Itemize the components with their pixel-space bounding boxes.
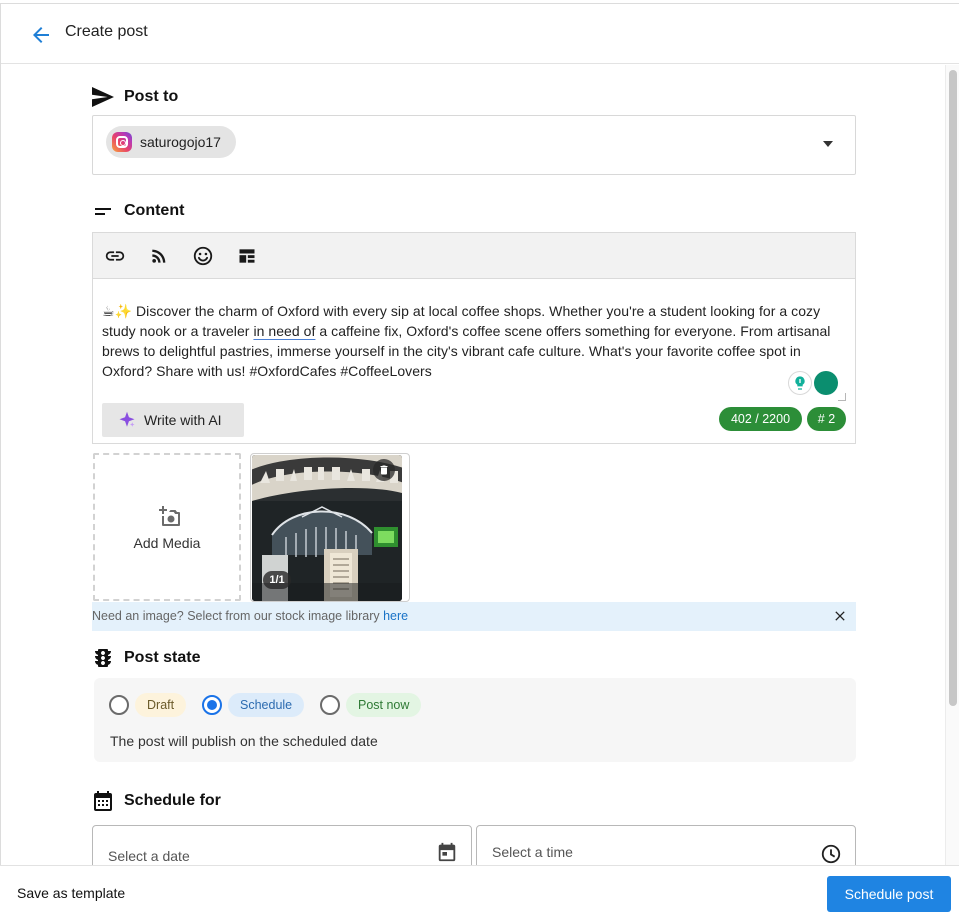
close-icon[interactable] [832, 608, 848, 624]
schedule-post-button[interactable]: Schedule post [827, 876, 951, 912]
editor-toolbar [92, 232, 856, 278]
stock-image-banner: Need an image? Select from our stock ima… [92, 602, 856, 631]
time-placeholder: Select a time [492, 844, 573, 860]
clock-icon[interactable] [820, 843, 842, 865]
header-bar: Create post [1, 4, 959, 64]
schedule-pill: Schedule [228, 693, 305, 717]
radio-option-post-now[interactable]: Post now [320, 693, 422, 717]
post-state-heading: Post state [91, 646, 200, 670]
hashtag-count-badge: # 2 [807, 407, 846, 431]
radio-schedule[interactable] [202, 695, 222, 715]
scrollbar-thumb[interactable] [949, 70, 957, 706]
grammar-suggestion[interactable]: in need of [253, 323, 315, 339]
create-post-panel: Create post Post to saturogojo17 Content [0, 3, 959, 920]
schedule-for-label: Schedule for [124, 792, 221, 809]
media-counter: 1/1 [263, 571, 291, 589]
post-state-label: Post state [124, 649, 201, 666]
post-content-editor[interactable]: ☕✨ Discover the charm of Oxford with eve… [92, 278, 856, 444]
content-heading: Content [91, 200, 184, 222]
traffic-light-icon [95, 649, 111, 667]
schedule-for-heading: Schedule for [91, 789, 221, 813]
media-thumbnail[interactable]: 1/1 [250, 453, 410, 602]
trash-icon [380, 465, 388, 475]
sparkle-icon [119, 411, 135, 427]
post-to-heading: Post to [91, 86, 178, 108]
add-media-button[interactable]: Add Media [93, 453, 241, 601]
calendar-icon[interactable] [436, 841, 458, 863]
content-label: Content [124, 202, 185, 219]
post-to-label: Post to [124, 88, 179, 105]
save-as-template-button[interactable]: Save as template [17, 885, 125, 901]
grammarly-icon[interactable] [814, 371, 838, 395]
post-text[interactable]: ☕✨ Discover the charm of Oxford with eve… [102, 301, 847, 381]
post-now-pill: Post now [346, 693, 422, 717]
date-placeholder: Select a date [108, 848, 190, 864]
dropdown-arrow-icon[interactable] [823, 141, 833, 147]
instagram-icon [112, 132, 132, 152]
write-with-ai-button[interactable]: Write with AI [102, 403, 244, 437]
post-state-options: Draft Schedule Post now The post will pu… [94, 678, 856, 762]
link-icon[interactable] [103, 244, 127, 268]
account-chip[interactable]: saturogojo17 [106, 126, 236, 158]
character-count-badge: 402 / 2200 [719, 407, 802, 431]
scrollbar[interactable] [945, 65, 959, 868]
add-photo-icon [159, 506, 180, 526]
stock-library-link[interactable]: here [383, 609, 408, 623]
post-state-description: The post will publish on the scheduled d… [110, 733, 378, 749]
back-arrow-icon[interactable] [29, 23, 53, 47]
calendar-icon [94, 791, 112, 811]
ai-button-label: Write with AI [144, 412, 222, 428]
template-layout-icon[interactable] [235, 244, 259, 268]
emoji-icon[interactable] [191, 244, 215, 268]
account-selector[interactable]: saturogojo17 [92, 115, 856, 175]
send-icon [92, 87, 114, 107]
radio-option-schedule[interactable]: Schedule [202, 693, 305, 717]
account-handle: saturogojo17 [140, 134, 221, 150]
grammar-assistant-widget[interactable] [788, 367, 842, 399]
stock-hint-label: Need an image? Select from our stock ima… [92, 609, 384, 623]
radio-post-now[interactable] [320, 695, 340, 715]
rss-feed-icon[interactable] [147, 244, 171, 268]
radio-draft[interactable] [109, 695, 129, 715]
text-lines-icon [95, 208, 111, 215]
page-title: Create post [65, 23, 148, 40]
resize-handle[interactable] [838, 393, 846, 401]
radio-option-draft[interactable]: Draft [109, 693, 187, 717]
lightbulb-icon[interactable] [788, 371, 812, 395]
footer-bar: Save as template Schedule post [0, 865, 959, 920]
add-media-label: Add Media [133, 535, 201, 551]
delete-media-button[interactable] [373, 459, 395, 481]
draft-pill: Draft [135, 693, 187, 717]
stock-hint-text: Need an image? Select from our stock ima… [92, 609, 408, 623]
